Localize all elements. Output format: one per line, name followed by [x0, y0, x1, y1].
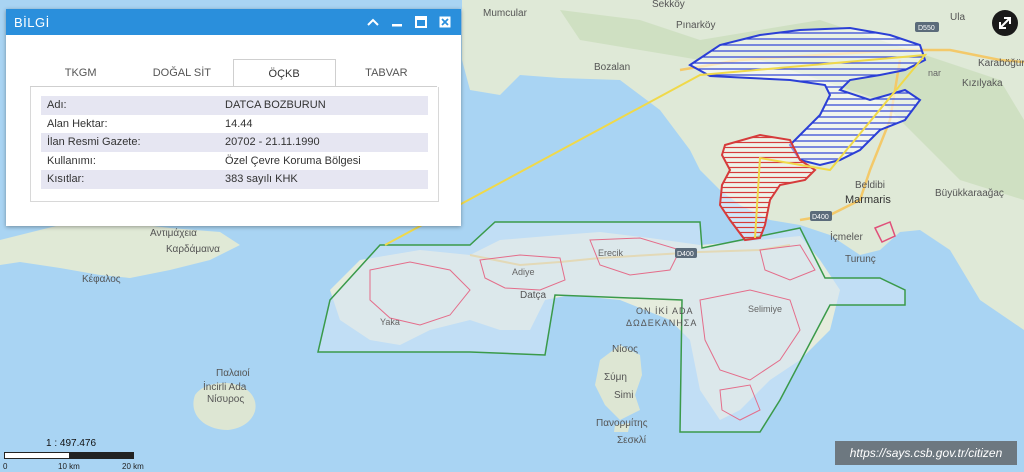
scale-tick-10: 10 km: [58, 462, 80, 471]
label-antimacheia: Αντιμάχεια: [150, 227, 197, 239]
label-nisyros: Νίσυρος: [207, 393, 244, 405]
label-beldibi: Beldibi: [855, 180, 885, 191]
row-label: Alan Hektar:: [47, 117, 108, 130]
scale-tick-20: 20 km: [122, 462, 144, 471]
label-yaka: Yaka: [380, 317, 400, 327]
label-kizilyaka: Kızılyaka: [962, 78, 1003, 89]
label-mumcular: Mumcular: [483, 8, 528, 19]
svg-text:D400: D400: [677, 251, 694, 258]
expand-arrows-icon: [999, 17, 1011, 29]
attribute-table: Adı: DATCA BOZBURUN Alan Hektar: 14.44 İ…: [30, 87, 439, 202]
expand-button[interactable]: [992, 10, 1018, 36]
svg-text:D400: D400: [812, 214, 829, 221]
label-panormitis: Πανορμίτης: [596, 417, 648, 429]
info-panel: BİLGİ TKGM DOĞAL SİT ÖÇKB TABVAR Adı: DA…: [6, 9, 461, 226]
scale-tick-0: 0: [3, 462, 8, 471]
table-row: Adı: DATCA BOZBURUN: [41, 96, 428, 115]
label-marmaris: Marmaris: [845, 194, 891, 206]
road-shield-d400-a: D400: [810, 211, 832, 221]
label-kefalos: Κέφαλος: [82, 273, 121, 285]
tab-tkgm[interactable]: TKGM: [30, 59, 131, 87]
label-selimiye: Selimiye: [748, 304, 782, 314]
table-row: Alan Hektar: 14.44: [41, 115, 428, 134]
row-value: 14.44: [225, 117, 253, 130]
tab-tabvar[interactable]: TABVAR: [336, 59, 437, 87]
minimize-icon[interactable]: [389, 14, 405, 30]
row-value: 383 sayılı KHK: [225, 173, 298, 186]
road-shield-d550: D550: [915, 22, 939, 32]
table-row: Kısıtlar: 383 sayılı KHK: [41, 170, 428, 189]
tab-ockb[interactable]: ÖÇKB: [232, 59, 336, 87]
row-value: 20702 - 21.11.1990: [225, 136, 320, 149]
close-icon[interactable]: [437, 14, 453, 30]
attribution-link[interactable]: https://says.csb.gov.tr/citizen: [835, 441, 1017, 465]
label-oniki-ada: ON İKİ ADA: [636, 306, 694, 316]
row-label: Adı:: [47, 99, 67, 112]
tab-dogal-sit[interactable]: DOĞAL SİT: [131, 59, 232, 87]
road-shield-d400-b: D400: [675, 248, 697, 258]
table-row: İlan Resmi Gazete: 20702 - 21.11.1990: [41, 133, 428, 152]
scale-bar: 1 : 497.476 0 10 km 20 km: [0, 438, 160, 472]
row-label: Kısıtlar:: [47, 173, 85, 186]
label-turunc: Turunç: [845, 254, 876, 265]
maximize-icon[interactable]: [413, 14, 429, 30]
scale-graphic: [4, 452, 134, 459]
panel-title: BİLGİ: [14, 14, 50, 30]
label-icmeler: İçmeler: [830, 230, 863, 243]
chevron-up-icon[interactable]: [365, 14, 381, 30]
label-kardamaina: Καρδάμαινα: [166, 243, 220, 255]
label-bozalan: Bozalan: [594, 62, 630, 73]
row-value: DATCA BOZBURUN: [225, 99, 326, 112]
label-incirli-ada: İncirli Ada: [203, 380, 247, 393]
label-erecik: Erecik: [598, 248, 624, 258]
panel-header: BİLGİ: [6, 9, 461, 35]
label-buyukkaraagac: Büyükkaraağaç: [935, 188, 1004, 199]
label-karabogurtlen: Karaböğürtlen: [978, 58, 1024, 69]
label-nar: nar: [928, 68, 941, 78]
label-dodekanisa: ΔΩΔΕΚΑΝΗΣΑ: [626, 318, 697, 328]
label-ula: Ula: [950, 12, 965, 23]
panel-tabs: TKGM DOĞAL SİT ÖÇKB TABVAR: [30, 59, 437, 87]
label-sekkoy: Sekköy: [652, 0, 685, 10]
label-pinarkoy: Pınarköy: [676, 20, 715, 31]
row-label: Kullanımı:: [47, 154, 96, 167]
row-value: Özel Çevre Koruma Bölgesi: [225, 154, 361, 167]
label-nisos: Νίσος: [612, 343, 638, 355]
scale-ratio: 1 : 497.476: [46, 438, 97, 449]
label-symi-gr: Σύμη: [604, 371, 627, 383]
label-simi: Simi: [614, 390, 633, 401]
label-datca: Datça: [520, 290, 547, 301]
row-label: İlan Resmi Gazete:: [47, 136, 141, 149]
label-palaioi: Παλαιοί: [216, 367, 250, 379]
svg-text:D550: D550: [918, 25, 935, 32]
table-row: Kullanımı: Özel Çevre Koruma Bölgesi: [41, 152, 428, 171]
label-adiye: Adiye: [512, 267, 535, 277]
label-seskli: Σεσκλί: [617, 434, 647, 446]
